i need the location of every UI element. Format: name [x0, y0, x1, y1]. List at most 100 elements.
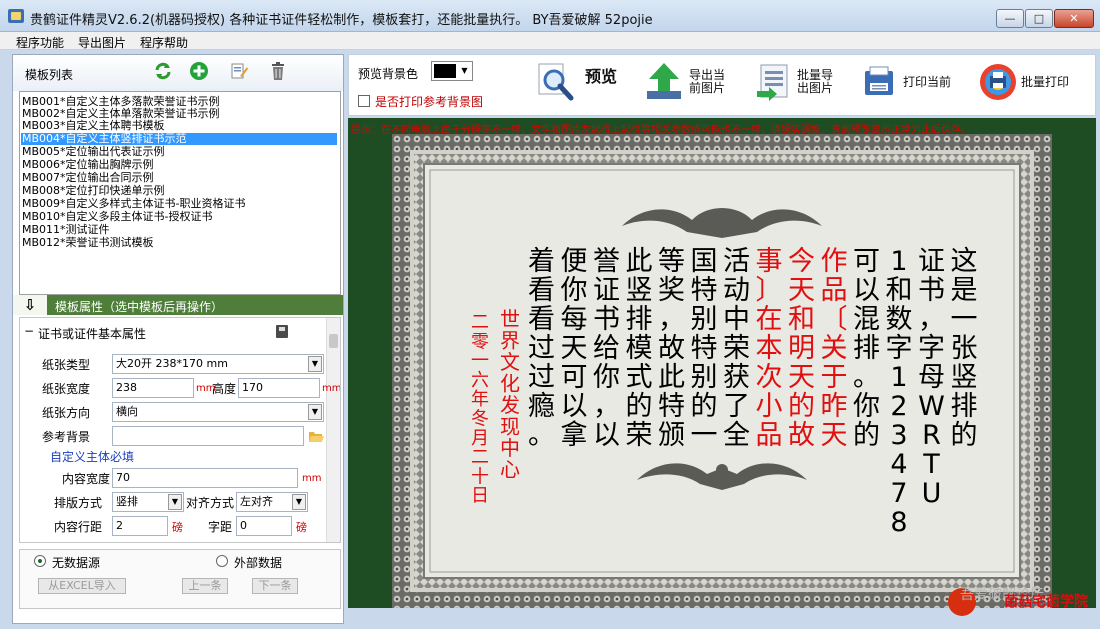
- watermark-logo-text: 菌菇宅菌学院: [1004, 594, 1088, 610]
- preview-bg-color-label: 预览背景色: [358, 67, 419, 81]
- certificate-body-column: 活动中荣获了全: [723, 246, 750, 451]
- paper-type-value: 大20开 238*170 mm: [116, 357, 228, 370]
- maximize-button[interactable]: □: [1025, 9, 1053, 28]
- certificate-body-column: 等奖，故此特颁: [658, 246, 685, 451]
- orientation-select[interactable]: 横向 ▼: [112, 402, 324, 422]
- batch-export-label-line2[interactable]: 出图片: [797, 82, 833, 95]
- unit-mm: mm: [322, 383, 341, 394]
- chevron-down-icon[interactable]: ▼: [308, 404, 322, 420]
- magnifier-icon[interactable]: [535, 61, 577, 103]
- import-excel-button[interactable]: 从EXCEL导入: [38, 578, 126, 594]
- no-data-source-label: 无数据源: [52, 556, 101, 570]
- certificate-body-column: 誉证书给你，以: [593, 246, 620, 451]
- unit-mm: mm: [302, 473, 322, 484]
- content-width-input[interactable]: 70: [112, 468, 298, 488]
- menu-program-functions[interactable]: 程序功能: [16, 34, 64, 51]
- edit-icon[interactable]: [229, 61, 249, 81]
- certificate-date-column: 二零一六年冬月二十日: [471, 312, 489, 507]
- certificate-body-column: 此竖排模式的荣: [626, 246, 653, 451]
- template-item[interactable]: MB010*自定义多段主体证书-授权证书: [22, 211, 213, 223]
- save-icon[interactable]: [276, 325, 288, 338]
- line-spacing-input[interactable]: 2: [112, 516, 168, 536]
- export-current-label-line2[interactable]: 前图片: [689, 82, 725, 95]
- print-ref-bg-label: 是否打印参考背景图: [375, 95, 484, 109]
- template-item[interactable]: MB006*定位输出胸牌示例: [22, 159, 154, 171]
- print-ref-bg-checkbox[interactable]: [358, 95, 370, 107]
- section-title: 证书或证件基本属性: [38, 327, 147, 341]
- certificate-body-column: 今天和明天的故: [788, 246, 815, 451]
- chevron-down-icon[interactable]: ▼: [292, 494, 306, 510]
- paper-type-label: 纸张类型: [42, 358, 91, 372]
- template-attributes-bar: ⇩ 模板属性（选中模板后再操作）: [13, 295, 343, 315]
- paper-height-input[interactable]: 170: [238, 378, 320, 398]
- arrow-down-icon[interactable]: ⇩: [13, 295, 47, 315]
- template-list-title: 模板列表: [25, 68, 74, 82]
- preview-area: 提示：在不同电脑上由于分辨率不一样，文字和图片左起位上起位等相关参数值可能也不一…: [348, 118, 1096, 608]
- layout-select[interactable]: 竖排 ▼: [112, 492, 184, 512]
- certificate-body-column: 证书，字母 W R T U: [918, 246, 945, 509]
- template-item[interactable]: MB009*自定义多样式主体证书-职业资格证书: [22, 198, 246, 210]
- template-item[interactable]: MB007*定位输出合同示例: [22, 172, 154, 184]
- window-title: 贵鹤证件精灵V2.6.2(机器码授权) 各种证书证件轻松制作，模板套打，还能批量…: [30, 13, 653, 28]
- minimize-button[interactable]: —: [996, 9, 1024, 28]
- printer-icon[interactable]: [859, 61, 901, 103]
- align-label: 对齐方式: [186, 496, 235, 510]
- properties-panel: − 证书或证件基本属性 纸张类型 大20开 238*170 mm ▼ 纸张宽度 …: [19, 317, 341, 543]
- template-list-header: 模板列表: [13, 55, 343, 91]
- batch-print-button[interactable]: 批量打印: [1021, 76, 1069, 89]
- preview-button[interactable]: 预览: [585, 69, 617, 85]
- paper-width-input[interactable]: 238: [112, 378, 194, 398]
- folder-open-icon[interactable]: [308, 428, 324, 444]
- next-record-button[interactable]: 下一条: [252, 578, 298, 594]
- chevron-down-icon[interactable]: ▼: [308, 356, 322, 372]
- refresh-icon[interactable]: [153, 61, 173, 81]
- properties-scrollbar[interactable]: [326, 318, 340, 542]
- batch-export-icon[interactable]: [753, 61, 795, 103]
- template-item[interactable]: MB003*自定义主体聘书模板: [22, 120, 165, 132]
- template-list[interactable]: MB001*自定义主体多落款荣誉证书示例 MB002*自定义主体单落款荣誉证书示…: [19, 91, 341, 295]
- content-width-label: 内容宽度: [62, 472, 111, 486]
- align-select[interactable]: 左对齐 ▼: [236, 492, 308, 512]
- certificate-body-column: 1 和数字 1 2 3 4 7 8: [886, 246, 913, 538]
- color-swatch: [434, 64, 456, 78]
- menu-bar: 程序功能 导出图片 程序帮助: [0, 32, 1100, 50]
- toolbar: 预览背景色 ▼ 是否打印参考背景图 预览 导出当 前图片 批量导 出图片 打印当…: [348, 54, 1096, 116]
- char-spacing-label: 字距: [208, 520, 233, 534]
- export-up-arrow-icon[interactable]: [643, 61, 685, 103]
- template-item[interactable]: MB005*定位输出代表证示例: [22, 146, 165, 158]
- close-button[interactable]: ✕: [1054, 9, 1094, 28]
- radio-no-data-source[interactable]: [34, 555, 46, 567]
- delete-icon[interactable]: [268, 61, 288, 81]
- layout-value: 竖排: [116, 495, 138, 508]
- certificate-text: 这是一张竖排的证书，字母 W R T U1 和数字 1 2 3 4 7 8可以混排。你的作品〔关于昨天…: [471, 246, 978, 538]
- template-item[interactable]: MB012*荣誉证书测试模板: [22, 237, 154, 249]
- external-data-label: 外部数据: [234, 556, 283, 570]
- print-current-button[interactable]: 打印当前: [903, 76, 951, 89]
- template-item[interactable]: MB008*定位打印快递单示例: [22, 185, 165, 197]
- menu-program-help[interactable]: 程序帮助: [140, 34, 188, 51]
- chevron-down-icon[interactable]: ▼: [168, 494, 182, 510]
- align-value: 左对齐: [240, 495, 273, 508]
- template-item-selected[interactable]: MB004*自定义主体竖排证书示范: [21, 133, 337, 145]
- menu-export-image[interactable]: 导出图片: [78, 34, 126, 51]
- data-source-group: 无数据源 外部数据 从EXCEL导入 上一条 下一条: [19, 549, 341, 609]
- add-icon[interactable]: [189, 61, 209, 81]
- certificate-body-column: 可以混排。你的: [853, 246, 880, 451]
- template-item[interactable]: MB011*测试证件: [22, 224, 110, 236]
- char-spacing-input[interactable]: 0: [236, 516, 292, 536]
- left-panel: 模板列表 MB001*自定义主体多落款荣誉证书示例 MB002*自定义主体单落款…: [12, 54, 344, 624]
- title-bar: 贵鹤证件精灵V2.6.2(机器码授权) 各种证书证件轻松制作，模板套打，还能批量…: [0, 0, 1100, 32]
- orientation-label: 纸张方向: [42, 406, 91, 420]
- collapse-toggle[interactable]: −: [24, 324, 34, 338]
- batch-print-icon[interactable]: [977, 61, 1019, 103]
- template-attributes-label: 模板属性（选中模板后再操作）: [55, 300, 224, 314]
- paper-type-select[interactable]: 大20开 238*170 mm ▼: [112, 354, 324, 374]
- chevron-down-icon[interactable]: ▼: [458, 63, 471, 79]
- orientation-value: 横向: [116, 405, 138, 418]
- ref-bg-input[interactable]: [112, 426, 304, 446]
- preview-bg-color-picker[interactable]: ▼: [431, 61, 473, 81]
- radio-external-data[interactable]: [216, 555, 228, 567]
- line-spacing-label: 内容行距: [54, 520, 103, 534]
- certificate-body-column: 着看看过过瘾。: [528, 246, 555, 451]
- prev-record-button[interactable]: 上一条: [182, 578, 228, 594]
